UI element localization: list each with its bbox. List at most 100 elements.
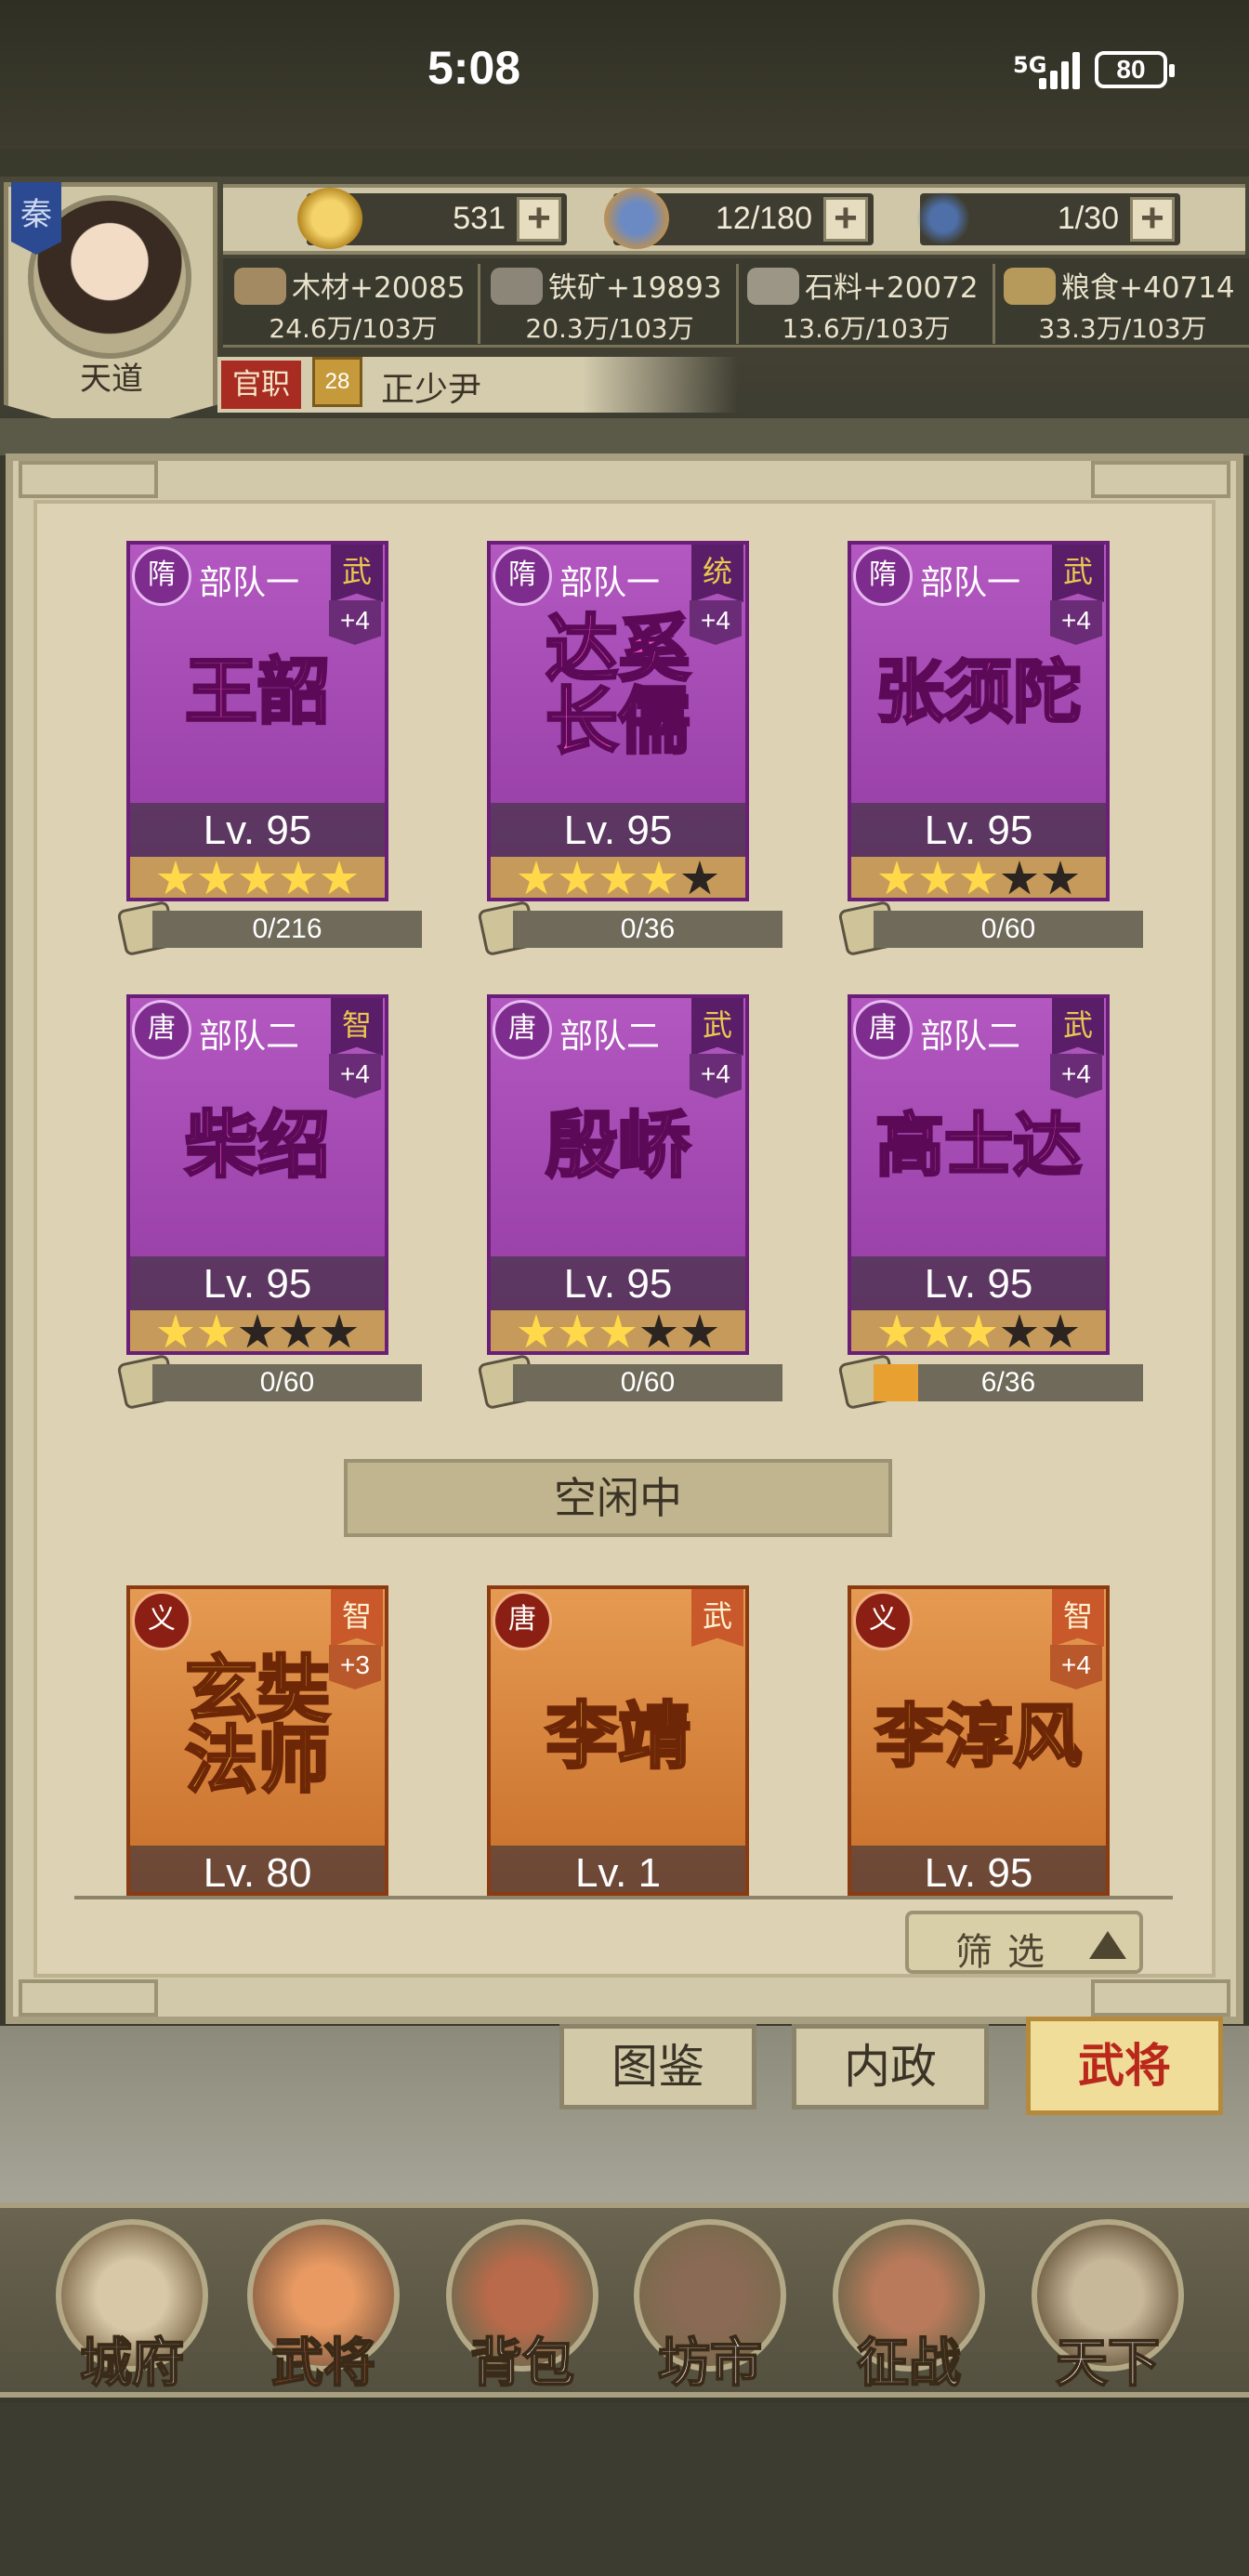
- nav-label: 征战: [856, 2332, 962, 2395]
- star-empty-icon: [1001, 861, 1038, 895]
- general-name: 李靖: [544, 1694, 691, 1779]
- status-bar: 5:08 5G 80: [0, 0, 1249, 149]
- bonus-badge: +4: [1050, 1054, 1102, 1098]
- star-filled-icon: [321, 861, 358, 895]
- fragment-count: 6/36: [980, 1367, 1036, 1398]
- dynasty-badge: 隋: [493, 546, 552, 606]
- general-card[interactable]: 唐 部队二 智 +4 柴绍 Lv. 95: [126, 994, 388, 1355]
- chevron-up-icon: [1089, 1931, 1126, 1959]
- team-label: 部队二: [559, 1018, 661, 1056]
- nav-label: 背包: [469, 2332, 575, 2395]
- fragment-count: 0/36: [620, 913, 676, 944]
- divider: [993, 264, 995, 344]
- team-label: 部队二: [920, 1018, 1021, 1056]
- general-name: 王韶: [183, 650, 331, 734]
- signal-icon: [1039, 50, 1085, 89]
- team-label: 部队一: [199, 564, 300, 602]
- iron-label: 铁矿+19893: [548, 271, 722, 305]
- add-token-button[interactable]: +: [1130, 197, 1175, 242]
- general-level: Lv. 95: [130, 1256, 385, 1312]
- general-name: 张须陀: [874, 652, 1084, 732]
- idle-section-header: 空闲中: [344, 1459, 892, 1537]
- rank-title[interactable]: 正少尹: [381, 362, 481, 411]
- star-filled-icon: [960, 1314, 997, 1348]
- corner-ornament: [19, 461, 158, 498]
- grain-label: 粮食+40714: [1061, 271, 1235, 305]
- general-card[interactable]: 隋 部队一 统 +4 达奚 长儒 Lv. 95: [487, 541, 749, 901]
- idle-general-card[interactable]: 义 智 +4 李淳风 Lv. 95: [848, 1585, 1110, 1896]
- wood-icon: [234, 268, 286, 305]
- add-gold-button[interactable]: +: [517, 197, 561, 242]
- wood-label: 木材+20085: [292, 271, 466, 305]
- corner-ornament: [1091, 1979, 1230, 2017]
- tab-generals[interactable]: 武将: [1026, 2017, 1223, 2115]
- star-filled-icon: [878, 1314, 915, 1348]
- idle-general-card[interactable]: 唐 武 李靖 Lv. 1: [487, 1585, 749, 1896]
- filter-button[interactable]: 筛选: [905, 1911, 1143, 1974]
- star-filled-icon: [157, 861, 194, 895]
- bonus-badge: +4: [329, 600, 381, 645]
- bonus-badge: +4: [329, 1054, 381, 1098]
- type-badge: 武: [691, 1589, 743, 1647]
- dynasty-badge: 唐: [132, 1000, 191, 1059]
- iron-amount: 20.3万/103万: [525, 313, 694, 344]
- nav-market[interactable]: 坊市: [626, 2212, 794, 2395]
- star-empty-icon: [681, 861, 718, 895]
- type-badge: 统: [691, 545, 743, 602]
- filter-label: 筛选: [955, 1931, 1059, 1974]
- star-filled-icon: [960, 861, 997, 895]
- clock: 5:08: [427, 42, 521, 94]
- dynasty-badge: 义: [132, 1591, 191, 1650]
- dynasty-badge: 义: [853, 1591, 913, 1650]
- anvil-icon: [491, 268, 543, 305]
- star-rating: [491, 857, 745, 898]
- general-card[interactable]: 唐 部队二 武 +4 高士达 Lv. 95: [848, 994, 1110, 1355]
- tab-gallery[interactable]: 图鉴: [559, 2024, 756, 2109]
- gold-counter: 531 +: [297, 188, 567, 249]
- nav-city[interactable]: 城府: [48, 2212, 216, 2395]
- battery-icon: 80: [1095, 51, 1175, 88]
- bonus-badge: +4: [1050, 600, 1102, 645]
- type-badge: 武: [691, 998, 743, 1056]
- star-filled-icon: [599, 861, 637, 895]
- general-card[interactable]: 隋 部队一 武 +4 张须陀 Lv. 95: [848, 541, 1110, 901]
- general-level: Lv. 95: [491, 1256, 745, 1312]
- general-name: 高士达: [874, 1106, 1084, 1186]
- bottom-decoration: [0, 2403, 1249, 2576]
- nav-battle[interactable]: 征战: [825, 2212, 993, 2395]
- wood-resource: 木材+20085 24.6万/103万: [227, 260, 480, 346]
- general-name-line2: 长儒: [544, 679, 691, 764]
- nav-world[interactable]: 天下: [1024, 2212, 1191, 2395]
- fragment-fill: [874, 1364, 919, 1401]
- general-card[interactable]: 隋 部队一 武 +4 王韶 Lv. 95: [126, 541, 388, 901]
- nav-backpack[interactable]: 背包: [439, 2212, 606, 2395]
- grain-amount: 33.3万/103万: [1038, 313, 1207, 344]
- nav-label: 城府: [79, 2332, 185, 2395]
- divider: [736, 264, 739, 344]
- dynasty-badge: 唐: [853, 1000, 913, 1059]
- star-rating: [130, 1310, 385, 1351]
- list-divider: [74, 1896, 1173, 1899]
- idle-general-card[interactable]: 义 智 +3 玄奘 法师 Lv. 80: [126, 1585, 388, 1896]
- corner-ornament: [19, 1979, 158, 2017]
- star-empty-icon: [1001, 1314, 1038, 1348]
- star-filled-icon: [559, 861, 596, 895]
- nav-generals[interactable]: 武将: [240, 2212, 407, 2395]
- fragment-progress: 0/216: [152, 911, 422, 948]
- general-level: Lv. 95: [851, 803, 1106, 859]
- flag-icon: [911, 188, 976, 249]
- fragment-progress: 0/60: [152, 1364, 422, 1401]
- team-label: 部队一: [559, 564, 661, 602]
- scene-background: [0, 418, 1249, 455]
- star-empty-icon: [681, 1314, 718, 1348]
- general-card[interactable]: 唐 部队二 武 +4 殷峤 Lv. 95: [487, 994, 749, 1355]
- tab-internal-affairs[interactable]: 内政: [792, 2024, 989, 2109]
- star-rating: [851, 857, 1106, 898]
- dynasty-badge: 隋: [853, 546, 913, 606]
- fragment-progress: 0/36: [513, 911, 782, 948]
- general-name-line1: 玄奘: [183, 1648, 331, 1732]
- wood-amount: 24.6万/103万: [269, 313, 438, 344]
- add-supply-button[interactable]: +: [823, 197, 868, 242]
- star-filled-icon: [157, 1314, 194, 1348]
- general-name: 柴绍: [183, 1103, 331, 1188]
